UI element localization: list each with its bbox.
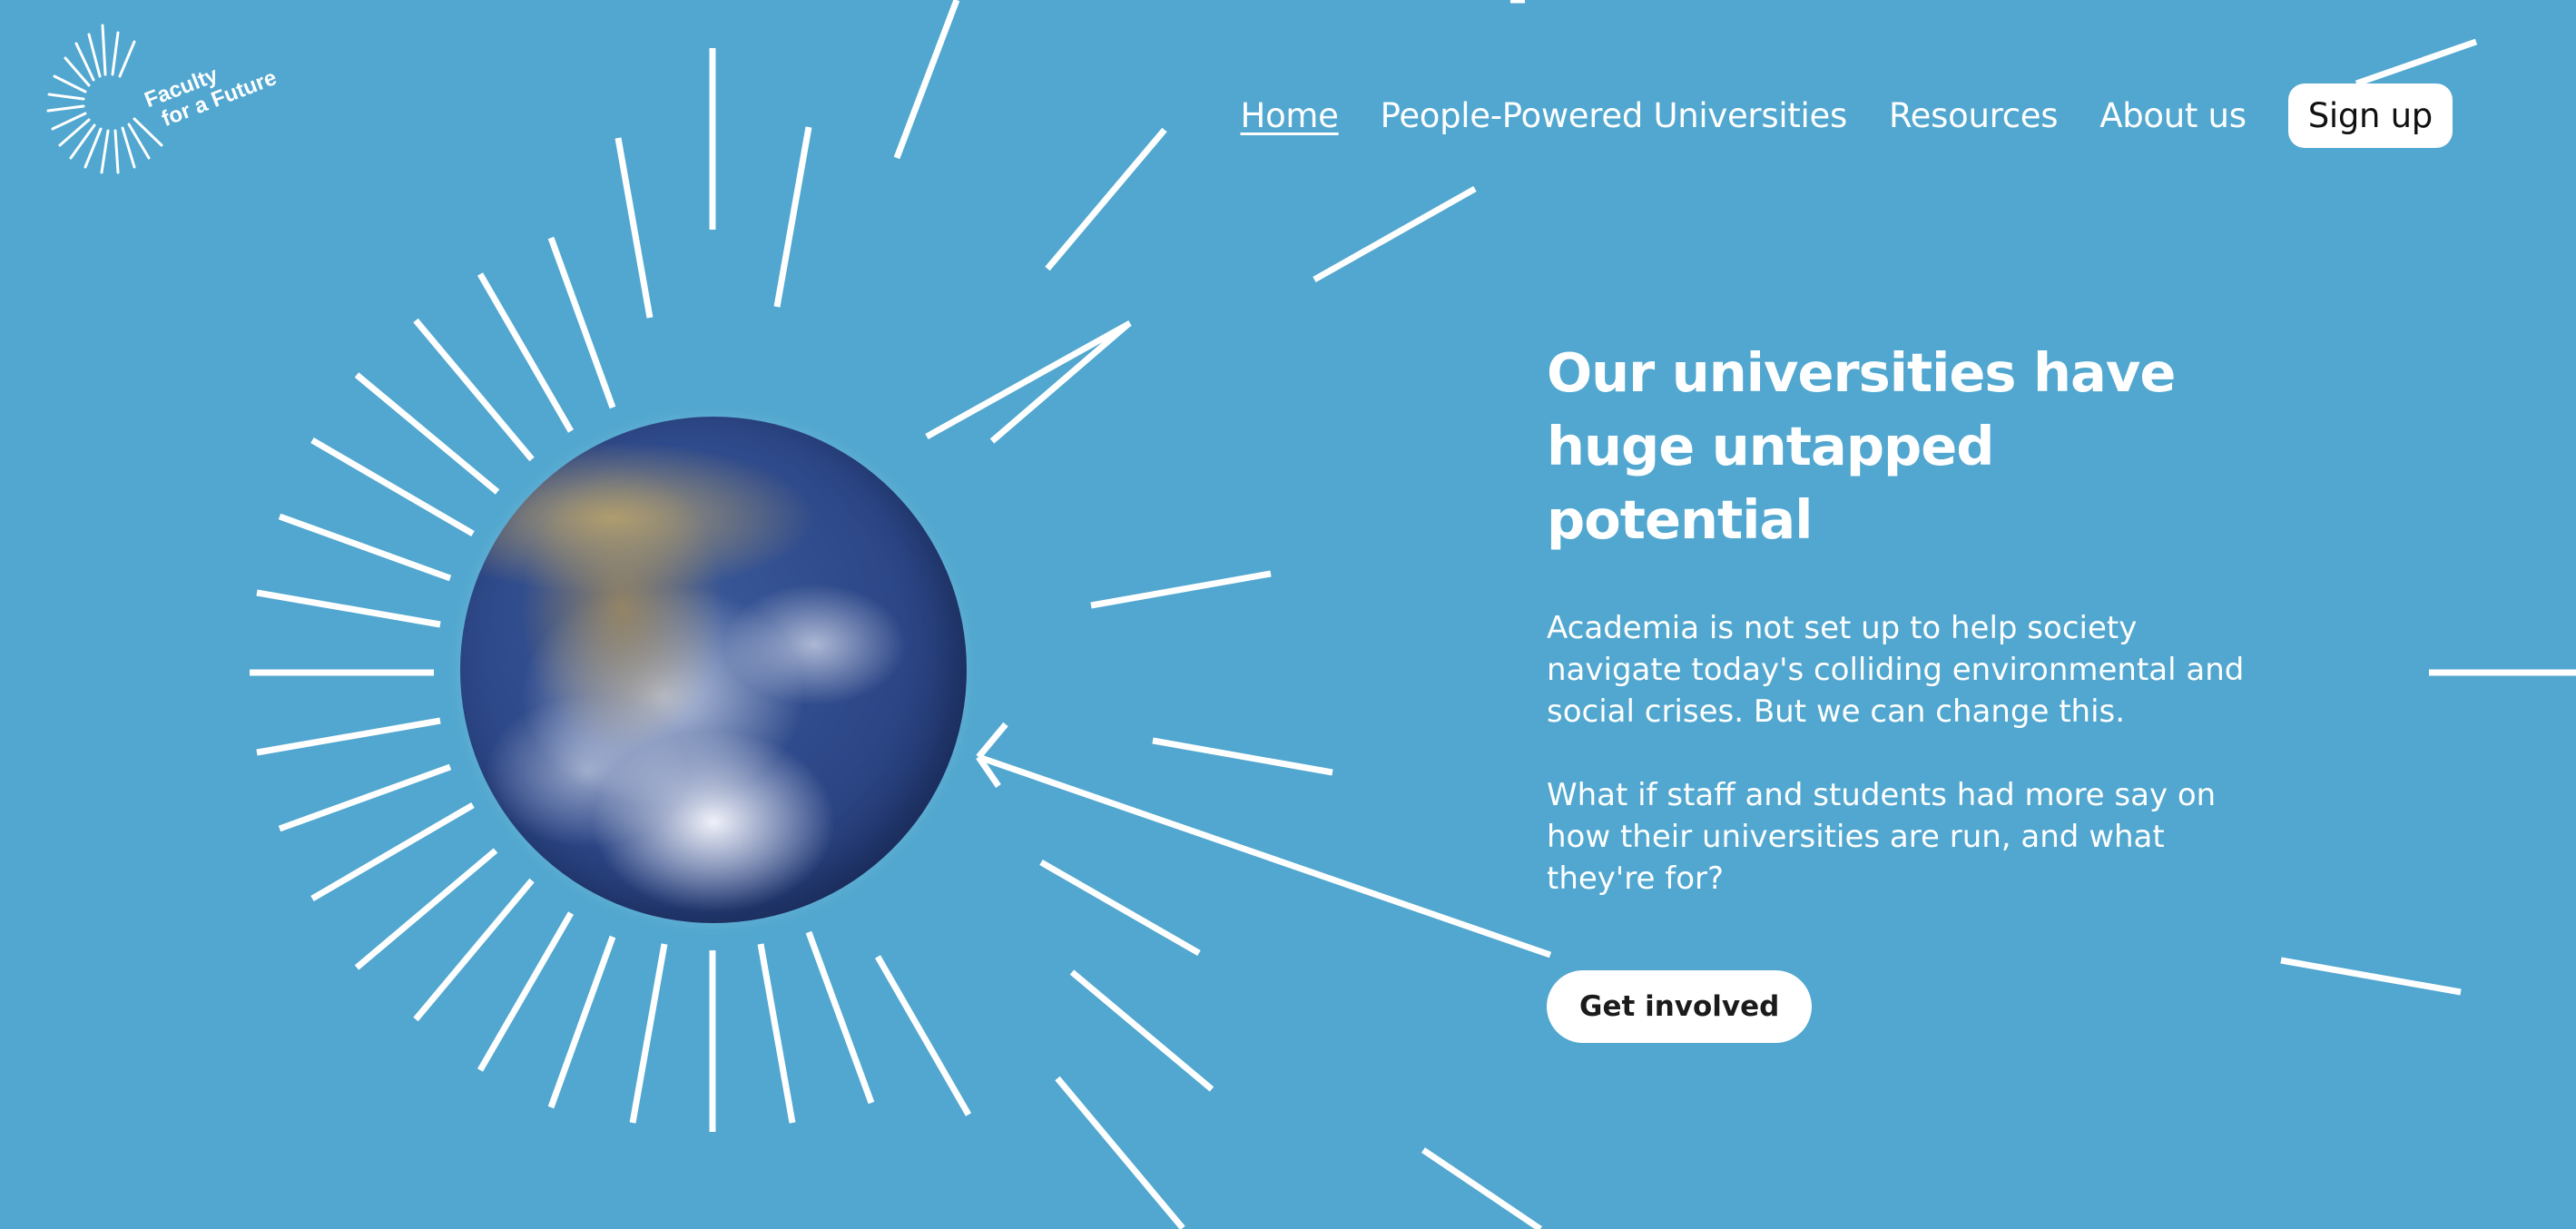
earth-globe-image <box>460 417 967 923</box>
logo[interactable]: Faculty for a Future <box>44 20 280 183</box>
get-involved-button[interactable]: Get involved <box>1547 970 1813 1043</box>
nav-link-resources[interactable]: Resources <box>1889 96 2059 135</box>
nav-link-people-powered-universities[interactable]: People-Powered Universities <box>1381 96 1848 135</box>
hero-paragraph-2: What if staff and students had more say … <box>1547 777 2217 897</box>
hero-section: Our universities have huge untapped pote… <box>1547 336 2273 1043</box>
sign-up-button[interactable]: Sign up <box>2287 84 2453 148</box>
hero-paragraph-1: Academia is not set up to help society n… <box>1547 610 2245 730</box>
nav-link-about-us[interactable]: About us <box>2099 96 2247 135</box>
hero-heading: Our universities have huge untapped pote… <box>1547 341 2176 551</box>
main-navigation: Home People-Powered Universities Resourc… <box>1241 84 2453 148</box>
nav-link-home[interactable]: Home <box>1241 96 1339 135</box>
